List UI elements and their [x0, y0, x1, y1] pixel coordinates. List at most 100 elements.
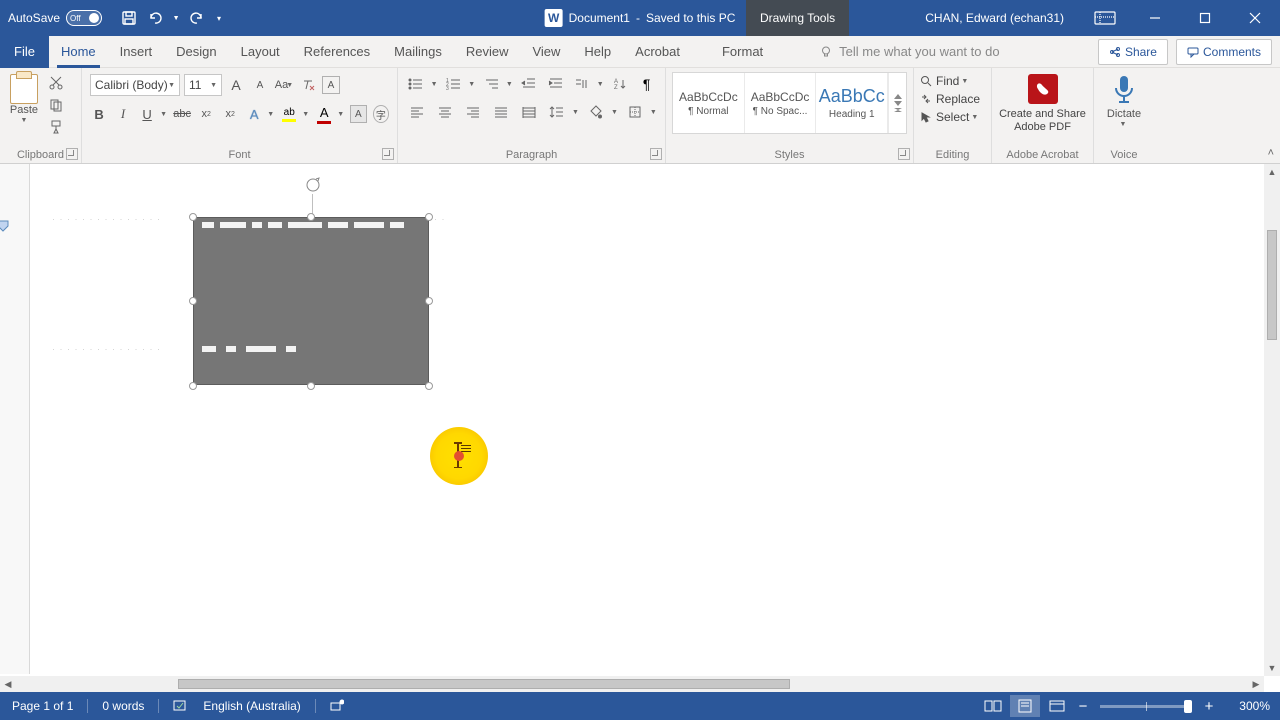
format-painter-icon[interactable]	[46, 118, 66, 136]
tab-review[interactable]: Review	[454, 36, 521, 68]
tab-insert[interactable]: Insert	[108, 36, 165, 68]
clear-formatting-icon[interactable]	[298, 75, 318, 95]
resize-handle-ml[interactable]	[189, 297, 197, 305]
tab-file[interactable]: File	[0, 36, 49, 68]
status-macro-recording[interactable]	[330, 699, 344, 713]
styles-dialog-launcher[interactable]	[898, 148, 910, 160]
distributed-button[interactable]	[518, 102, 540, 122]
adobe-pdf-icon[interactable]	[1028, 74, 1058, 104]
font-dialog-launcher[interactable]	[382, 148, 394, 160]
dictate-dropdown-icon[interactable]: ▼	[1120, 121, 1127, 128]
character-shading-button[interactable]: A	[350, 105, 366, 123]
undo-dropdown-icon[interactable]: ▼	[172, 9, 180, 27]
increase-indent-button[interactable]	[545, 74, 566, 94]
redo-icon[interactable]	[188, 9, 206, 27]
enclose-characters-button[interactable]: 字	[373, 105, 389, 123]
bullets-dropdown-icon[interactable]: ▼	[431, 81, 438, 88]
print-layout-view[interactable]	[1010, 695, 1040, 717]
zoom-slider-knob[interactable]	[1184, 700, 1192, 713]
decrease-indent-button[interactable]	[519, 74, 540, 94]
resize-handle-tm[interactable]	[307, 213, 315, 221]
cut-icon[interactable]	[46, 74, 66, 92]
styles-gallery-more[interactable]	[888, 73, 906, 133]
styles-gallery[interactable]: AaBbCcDc ¶ Normal AaBbCcDc ¶ No Spac... …	[672, 72, 907, 134]
multilevel-list-button[interactable]	[481, 74, 502, 94]
status-spellcheck[interactable]	[173, 699, 189, 713]
numbering-button[interactable]: 123	[444, 74, 465, 94]
read-mode-view[interactable]	[978, 695, 1008, 717]
find-button[interactable]: Find▼	[920, 74, 985, 88]
zoom-slider[interactable]	[1100, 705, 1192, 708]
tab-references[interactable]: References	[292, 36, 382, 68]
asian-layout-button[interactable]	[572, 74, 593, 94]
line-spacing-button[interactable]	[546, 102, 568, 122]
replace-button[interactable]: Replace	[920, 92, 985, 106]
style-heading-1[interactable]: AaBbCc Heading 1	[816, 73, 888, 133]
resize-handle-tr[interactable]	[425, 213, 433, 221]
maximize-icon[interactable]	[1182, 0, 1228, 36]
resize-handle-bm[interactable]	[307, 382, 315, 390]
paste-dropdown-icon[interactable]: ▼	[21, 117, 28, 124]
scroll-up-icon[interactable]: ▲	[1264, 164, 1280, 180]
tab-design[interactable]: Design	[164, 36, 228, 68]
horizontal-scroll-thumb[interactable]	[178, 679, 790, 689]
adobe-button-label[interactable]: Create and Share Adobe PDF	[996, 108, 1089, 134]
show-paragraph-marks-button[interactable]: ¶	[636, 74, 657, 94]
paragraph-dialog-launcher[interactable]	[650, 148, 662, 160]
bold-button[interactable]: B	[90, 104, 108, 124]
tell-me-search[interactable]: Tell me what you want to do	[805, 44, 999, 59]
undo-icon[interactable]	[146, 9, 164, 27]
text-effects-dropdown-icon[interactable]: ▼	[267, 111, 274, 118]
align-center-button[interactable]	[434, 102, 456, 122]
decrease-font-icon[interactable]: A	[250, 75, 270, 95]
horizontal-scrollbar[interactable]: ◀ ▶	[0, 676, 1264, 692]
qat-customize-icon[interactable]: ▾	[214, 9, 224, 27]
user-name[interactable]: CHAN, Edward (echan31)	[911, 11, 1078, 25]
tab-help[interactable]: Help	[572, 36, 623, 68]
paste-button[interactable]: Paste ▼	[4, 72, 44, 145]
italic-button[interactable]: I	[114, 104, 132, 124]
resize-handle-bl[interactable]	[189, 382, 197, 390]
dictate-label[interactable]: Dictate	[1107, 108, 1141, 120]
select-button[interactable]: Select▼	[920, 110, 985, 124]
tab-mailings[interactable]: Mailings	[382, 36, 454, 68]
text-effects-button[interactable]: A	[245, 107, 263, 122]
comments-button[interactable]: Comments	[1176, 39, 1272, 65]
borders-button[interactable]	[624, 102, 646, 122]
font-color-dropdown-icon[interactable]: ▼	[337, 111, 344, 118]
ruler-indent-marker[interactable]	[0, 220, 9, 232]
font-name-combo[interactable]: Calibri (Body)▼	[90, 74, 180, 96]
status-word-count[interactable]: 0 words	[102, 699, 144, 713]
document-canvas[interactable]: · · · · · · · · · · · · · · · · · · · · …	[0, 164, 1280, 676]
scroll-left-icon[interactable]: ◀	[0, 676, 16, 692]
font-color-button[interactable]: A	[315, 105, 333, 124]
ribbon-display-options-icon[interactable]	[1082, 0, 1128, 36]
status-page[interactable]: Page 1 of 1	[12, 699, 73, 713]
autosave-toggle[interactable]: Off	[66, 10, 102, 26]
numbering-dropdown-icon[interactable]: ▼	[468, 81, 475, 88]
underline-dropdown-icon[interactable]: ▼	[160, 111, 167, 118]
collapse-ribbon-icon[interactable]: ˄	[1268, 147, 1274, 159]
sort-button[interactable]: AZ	[610, 74, 631, 94]
justify-button[interactable]	[490, 102, 512, 122]
close-icon[interactable]	[1232, 0, 1278, 36]
subscript-button[interactable]: x2	[197, 104, 215, 124]
tab-acrobat[interactable]: Acrobat	[623, 36, 692, 68]
underline-button[interactable]: U	[138, 104, 156, 124]
microphone-icon[interactable]	[1111, 74, 1137, 104]
selected-shape-rectangle[interactable]	[193, 217, 429, 385]
shape-rotate-handle[interactable]	[304, 176, 322, 194]
vertical-scrollbar[interactable]: ▲ ▼	[1264, 164, 1280, 676]
highlight-dropdown-icon[interactable]: ▼	[302, 111, 309, 118]
style-normal[interactable]: AaBbCcDc ¶ Normal	[673, 73, 745, 133]
zoom-in-button[interactable]: +	[1200, 698, 1218, 715]
status-language[interactable]: English (Australia)	[203, 699, 300, 713]
resize-handle-br[interactable]	[425, 382, 433, 390]
change-case-button[interactable]: Aa▼	[274, 75, 294, 95]
increase-font-icon[interactable]: A	[226, 75, 246, 95]
font-size-combo[interactable]: 11▼	[184, 74, 222, 96]
tab-view[interactable]: View	[520, 36, 572, 68]
strikethrough-button[interactable]: abc	[173, 104, 191, 124]
bullets-button[interactable]	[406, 74, 427, 94]
zoom-out-button[interactable]: −	[1074, 698, 1092, 715]
